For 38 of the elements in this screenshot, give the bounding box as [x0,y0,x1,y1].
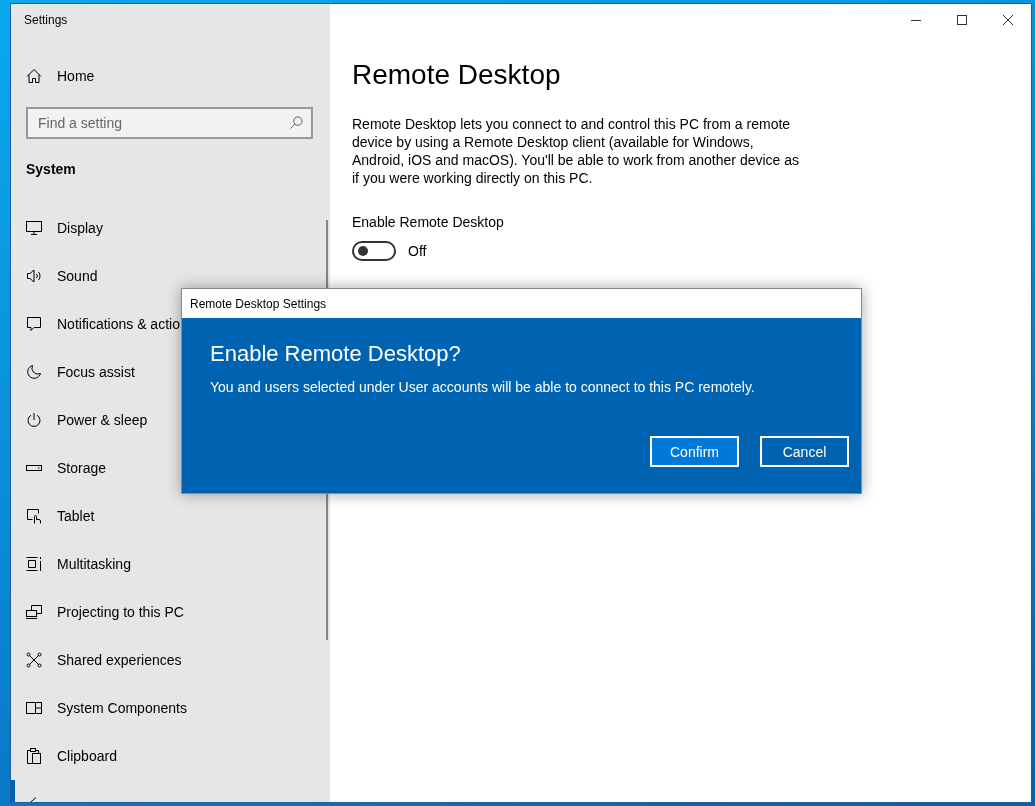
section-heading: System [26,161,76,177]
maximize-icon [957,15,967,25]
setting-label: Enable Remote Desktop [352,213,505,232]
search-field[interactable]: Find a setting [26,107,313,139]
toggle-state-text: Off [408,243,427,259]
home-link[interactable]: Home [11,52,330,100]
minimize-icon [911,19,921,21]
sidebar-item[interactable]: Tablet [11,492,330,540]
sidebar-item[interactable]: Shared experiences [11,636,330,684]
speech-bubble-icon [26,316,42,332]
sidebar-item[interactable]: Multitasking [11,540,330,588]
home-icon [26,68,42,84]
moon-icon [26,364,42,380]
cancel-button[interactable]: Cancel [760,436,849,467]
dialog-heading: Enable Remote Desktop? [210,340,462,368]
page-title: Remote Desktop [352,58,562,92]
speaker-icon [26,268,42,284]
description-text: Remote Desktop lets you connect to and control this PC from a remote device by using a Remote Desktop client (available for Windows, Android, iOS and macOS). You'll be able to work from another device as if you were working directly on this PC. [352,115,801,187]
window-title: Settings [24,13,68,27]
monitors-icon [26,604,42,620]
sidebar-item[interactable]: Power & sleep [11,396,330,444]
multitasking-icon [26,556,42,572]
dialog-message: You and users selected under User accounts will be able to connect to this PC remotely. [210,378,756,396]
sidebar-item[interactable]: Clipboard [11,732,330,780]
search-icon [290,116,303,129]
sidebar-item[interactable]: Storage [11,444,330,492]
split-window-icon [26,700,42,716]
confirm-button[interactable]: Confirm [650,436,739,467]
clipboard-icon [26,748,42,764]
sidebar-item[interactable]: Projecting to this PC [11,588,330,636]
display-icon [26,220,42,236]
sidebar-item[interactable]: Display [11,204,330,252]
nodes-icon [26,652,42,668]
close-icon [1003,15,1013,25]
toggle-switch[interactable] [352,241,396,261]
sidebar-item[interactable]: System Components [11,684,330,732]
power-icon [26,412,42,428]
tablet-icon [26,508,42,524]
